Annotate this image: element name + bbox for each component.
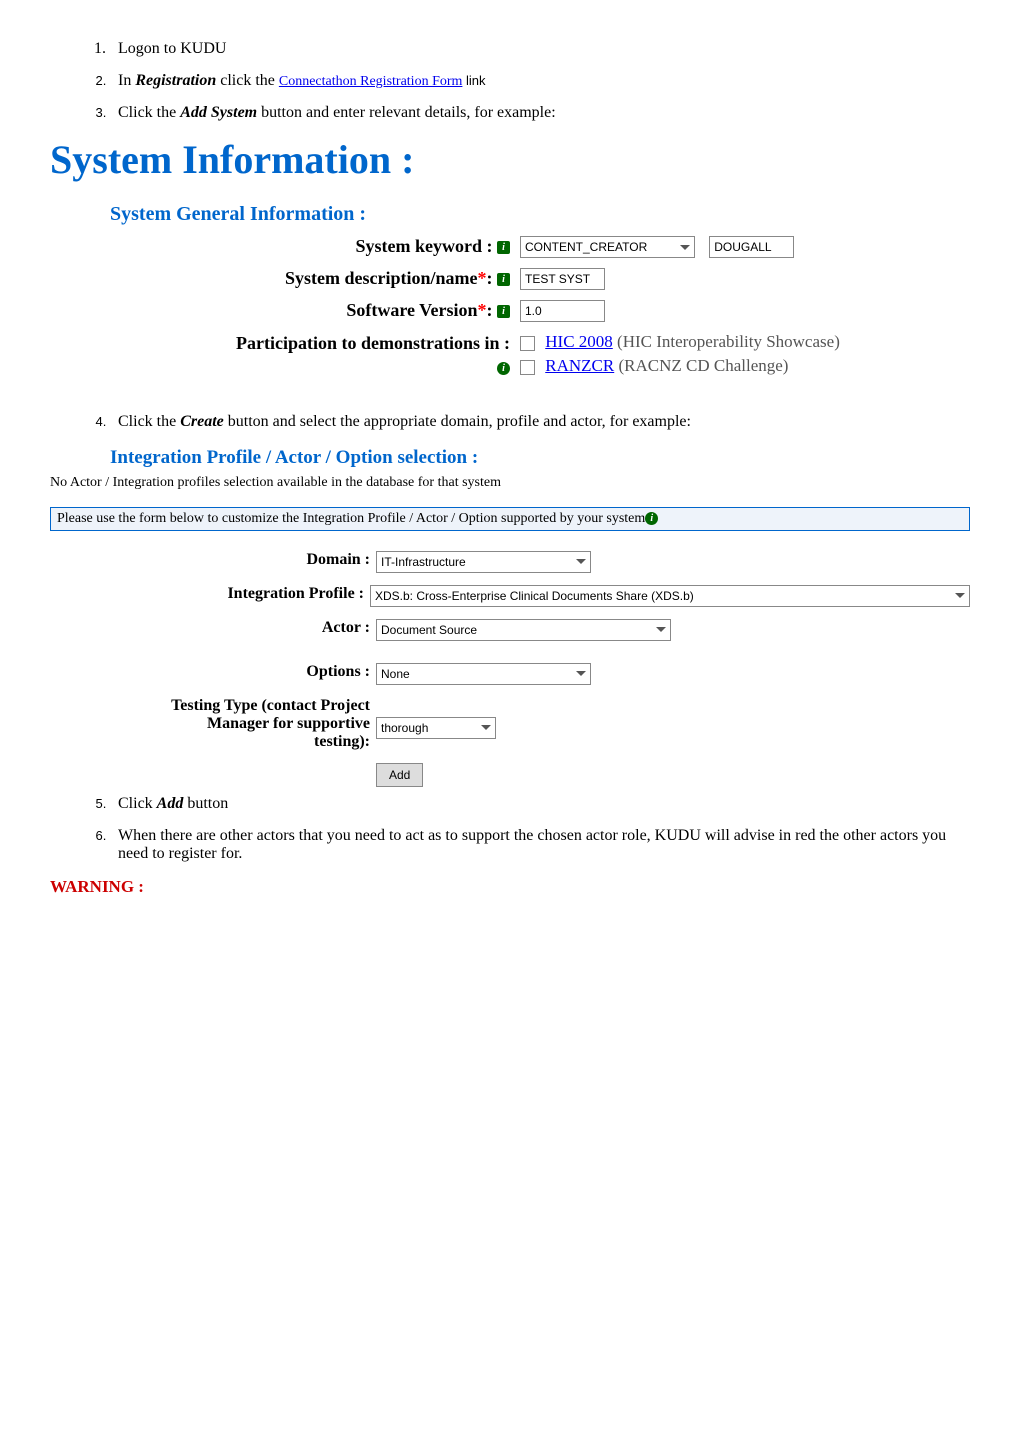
demo2-label: (RACNZ CD Challenge) (614, 356, 788, 375)
chevron-down-icon (481, 725, 491, 730)
step-1: Logon to KUDU (110, 40, 970, 58)
warning-heading: WARNING : (50, 877, 970, 897)
hic-2008-link[interactable]: HIC 2008 (545, 332, 613, 351)
info-icon[interactable]: i (497, 241, 510, 254)
label-software-version: Software Version*: i (110, 300, 516, 321)
add-button[interactable]: Add (376, 763, 423, 787)
testing-type-select[interactable]: thorough (376, 717, 496, 739)
step-5: Click Add button (110, 795, 970, 813)
info-icon[interactable]: i (497, 305, 510, 318)
no-actor-message: No Actor / Integration profiles selectio… (50, 475, 970, 491)
label-system-desc: System description/name*: i (110, 268, 516, 289)
system-keyword-text[interactable]: DOUGALL (709, 236, 794, 258)
system-desc-input[interactable]: TEST SYST (520, 268, 605, 290)
software-version-input[interactable]: 1.0 (520, 300, 605, 322)
chevron-down-icon (680, 245, 690, 250)
chevron-down-icon (955, 593, 965, 598)
system-keyword-select[interactable]: CONTENT_CREATOR (520, 236, 695, 258)
label-domain: Domain : (50, 551, 376, 569)
actor-select[interactable]: Document Source (376, 619, 671, 641)
domain-select[interactable]: IT-Infrastructure (376, 551, 591, 573)
general-info-heading: System General Information : (110, 203, 970, 226)
chevron-down-icon (576, 671, 586, 676)
options-select[interactable]: None (376, 663, 591, 685)
step-2: In Registration click the Connectathon R… (110, 72, 970, 90)
step-6: When there are other actors that you nee… (110, 827, 970, 863)
hic-2008-checkbox[interactable] (520, 336, 535, 351)
connectathon-link[interactable]: Connectathon Registration Form (279, 74, 463, 89)
label-participation: Participation to demonstrations in : i (110, 332, 516, 379)
info-icon[interactable]: i (645, 512, 658, 525)
highlight-box: Please use the form below to customize t… (50, 507, 970, 531)
label-integration-profile: Integration Profile : (50, 585, 370, 603)
integration-profile-select[interactable]: XDS.b: Cross-Enterprise Clinical Documen… (370, 585, 970, 607)
chevron-down-icon (576, 559, 586, 564)
info-icon[interactable]: i (497, 362, 510, 375)
step-4: Click the Create button and select the a… (110, 413, 970, 431)
label-options: Options : (50, 663, 376, 681)
info-icon[interactable]: i (497, 273, 510, 286)
chevron-down-icon (656, 627, 666, 632)
system-information-heading: System Information : (50, 136, 970, 183)
ranzcr-checkbox[interactable] (520, 360, 535, 375)
ipa-heading: Integration Profile / Actor / Option sel… (110, 447, 970, 469)
step-3: Click the Add System button and enter re… (110, 104, 970, 122)
ranzcr-link[interactable]: RANZCR (545, 356, 614, 375)
label-actor: Actor : (50, 619, 376, 637)
label-testing-type: Testing Type (contact Project Manager fo… (50, 697, 376, 751)
demo1-label: (HIC Interoperability Showcase) (613, 332, 840, 351)
label-system-keyword: System keyword : i (110, 236, 516, 257)
